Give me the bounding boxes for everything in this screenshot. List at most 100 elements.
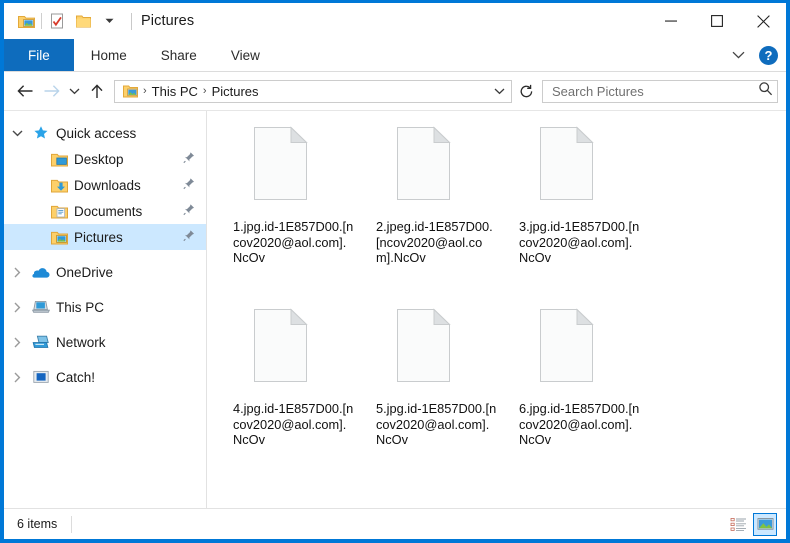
star-icon <box>30 125 52 141</box>
network-icon <box>30 335 52 349</box>
breadcrumb-pictures[interactable]: Pictures <box>209 84 262 99</box>
file-item[interactable]: 6.jpg.id-1E857D00.[ncov2020@aol.com].NcO… <box>519 307 659 489</box>
file-item[interactable]: 5.jpg.id-1E857D00.[ncov2020@aol.com].NcO… <box>376 307 516 489</box>
sidebar-item-pictures[interactable]: Pictures <box>4 224 206 250</box>
breadcrumb[interactable]: › This PC › Pictures <box>114 79 512 103</box>
sidebar-item-desktop[interactable]: Desktop <box>4 146 206 172</box>
ribbon-tabs: File Home Share View ? <box>4 39 786 72</box>
pictures-folder-icon[interactable] <box>13 8 39 34</box>
pin-icon[interactable] <box>183 178 195 193</box>
folder-pictures-icon <box>48 230 70 245</box>
folder-documents-icon <box>48 204 70 219</box>
new-folder-icon[interactable] <box>70 8 96 34</box>
sidebar-item-catch[interactable]: Catch! <box>4 364 206 390</box>
tab-file[interactable]: File <box>4 39 74 71</box>
chevron-down-icon[interactable] <box>4 129 30 137</box>
sidebar-label-this-pc: This PC <box>56 299 105 315</box>
blank-document-icon <box>251 125 311 203</box>
properties-icon[interactable] <box>44 8 70 34</box>
sidebar-item-network[interactable]: Network <box>4 329 206 355</box>
qat-separator <box>41 13 42 29</box>
file-grid: 1.jpg.id-1E857D00.[ncov2020@aol.com].NcO… <box>207 111 786 508</box>
pin-icon[interactable] <box>183 230 195 245</box>
breadcrumb-dropdown-chevron-down-icon[interactable] <box>489 88 509 95</box>
folder-desktop-icon <box>48 152 70 167</box>
catch-icon <box>30 370 52 384</box>
window-controls <box>648 3 786 39</box>
file-name: 2.jpeg.id-1E857D00.[ncov2020@aol.com].Nc… <box>376 219 493 265</box>
back-button[interactable] <box>12 78 38 104</box>
qat-chevron-down-icon[interactable] <box>96 8 122 34</box>
sidebar-item-downloads[interactable]: Downloads <box>4 172 206 198</box>
sidebar-label-downloads: Downloads <box>74 177 141 193</box>
file-name: 5.jpg.id-1E857D00.[ncov2020@aol.com].NcO… <box>376 401 497 447</box>
details-view-button[interactable] <box>726 513 750 536</box>
sidebar-item-this-pc[interactable]: This PC <box>4 294 206 320</box>
search-input[interactable] <box>550 82 758 100</box>
quick-access-toolbar <box>4 8 132 34</box>
sidebar-label-documents: Documents <box>74 203 143 219</box>
refresh-button[interactable] <box>514 79 538 103</box>
up-button[interactable] <box>84 78 110 104</box>
breadcrumb-this-pc[interactable]: This PC <box>149 84 201 99</box>
title-divider <box>131 12 132 30</box>
sidebar-item-onedrive[interactable]: OneDrive <box>4 259 206 285</box>
chevron-right-icon[interactable] <box>4 267 30 278</box>
help-button[interactable]: ? <box>759 45 778 65</box>
blank-document-icon <box>537 307 597 385</box>
status-separator <box>71 515 73 533</box>
file-item[interactable]: 3.jpg.id-1E857D00.[ncov2020@aol.com].NcO… <box>519 125 659 307</box>
maximize-button[interactable] <box>694 3 740 39</box>
sidebar-item-documents[interactable]: Documents <box>4 198 206 224</box>
expand-ribbon-chevron-down-icon[interactable] <box>727 44 749 66</box>
folder-downloads-icon <box>48 178 70 193</box>
sidebar-label-desktop: Desktop <box>74 151 124 167</box>
search-icon[interactable] <box>758 81 773 101</box>
navigation-pane: Quick access Desktop Downloads Documents… <box>4 111 207 508</box>
file-name: 3.jpg.id-1E857D00.[ncov2020@aol.com].NcO… <box>519 219 640 265</box>
sidebar-label-onedrive: OneDrive <box>56 264 114 280</box>
search-box[interactable] <box>542 79 778 103</box>
close-button[interactable] <box>740 3 786 39</box>
sidebar-label-pictures: Pictures <box>74 229 123 245</box>
pin-icon[interactable] <box>183 204 195 219</box>
view-mode-buttons <box>726 509 777 539</box>
item-count: 6 items <box>17 517 58 531</box>
ribbon-right-controls: ? <box>727 39 778 71</box>
chevron-right-icon[interactable] <box>4 302 30 313</box>
file-list-area[interactable]: 1.jpg.id-1E857D00.[ncov2020@aol.com].NcO… <box>207 111 786 508</box>
file-name: 6.jpg.id-1E857D00.[ncov2020@aol.com].NcO… <box>519 401 640 447</box>
window-title: Pictures <box>141 13 195 29</box>
recent-locations-chevron-down-icon[interactable] <box>64 78 84 104</box>
minimize-button[interactable] <box>648 3 694 39</box>
blank-document-icon <box>251 307 311 385</box>
explorer-body: Quick access Desktop Downloads Documents… <box>4 111 786 508</box>
file-item[interactable]: 4.jpg.id-1E857D00.[ncov2020@aol.com].NcO… <box>233 307 373 489</box>
sidebar-label-catch: Catch! <box>56 369 96 385</box>
title-bar: Pictures <box>4 3 786 39</box>
breadcrumb-pictures-icon <box>119 84 141 98</box>
status-bar: 6 items <box>4 508 786 539</box>
file-item[interactable]: 1.jpg.id-1E857D00.[ncov2020@aol.com].NcO… <box>233 125 373 307</box>
breadcrumb-separator-2: › <box>202 85 207 97</box>
forward-button[interactable] <box>38 78 64 104</box>
chevron-right-icon[interactable] <box>4 372 30 383</box>
chevron-right-icon[interactable] <box>4 337 30 348</box>
sidebar-item-quick-access[interactable]: Quick access <box>4 120 206 146</box>
pin-icon[interactable] <box>183 152 195 167</box>
tab-view[interactable]: View <box>214 39 277 71</box>
file-name: 4.jpg.id-1E857D00.[ncov2020@aol.com].NcO… <box>233 401 354 447</box>
sidebar-label-network: Network <box>56 334 106 350</box>
explorer-window: Pictures File Home Share View ? › This P… <box>0 0 790 543</box>
tab-home[interactable]: Home <box>74 39 144 71</box>
file-item[interactable]: 2.jpeg.id-1E857D00.[ncov2020@aol.com].Nc… <box>376 125 516 307</box>
this-pc-icon <box>30 300 52 314</box>
blank-document-icon <box>394 125 454 203</box>
tab-share[interactable]: Share <box>144 39 214 71</box>
breadcrumb-separator-1: › <box>143 85 147 97</box>
onedrive-cloud-icon <box>30 266 52 279</box>
sidebar-label-quick-access: Quick access <box>56 125 137 141</box>
file-name: 1.jpg.id-1E857D00.[ncov2020@aol.com].NcO… <box>233 219 354 265</box>
blank-document-icon <box>394 307 454 385</box>
large-icons-view-button[interactable] <box>753 512 777 536</box>
